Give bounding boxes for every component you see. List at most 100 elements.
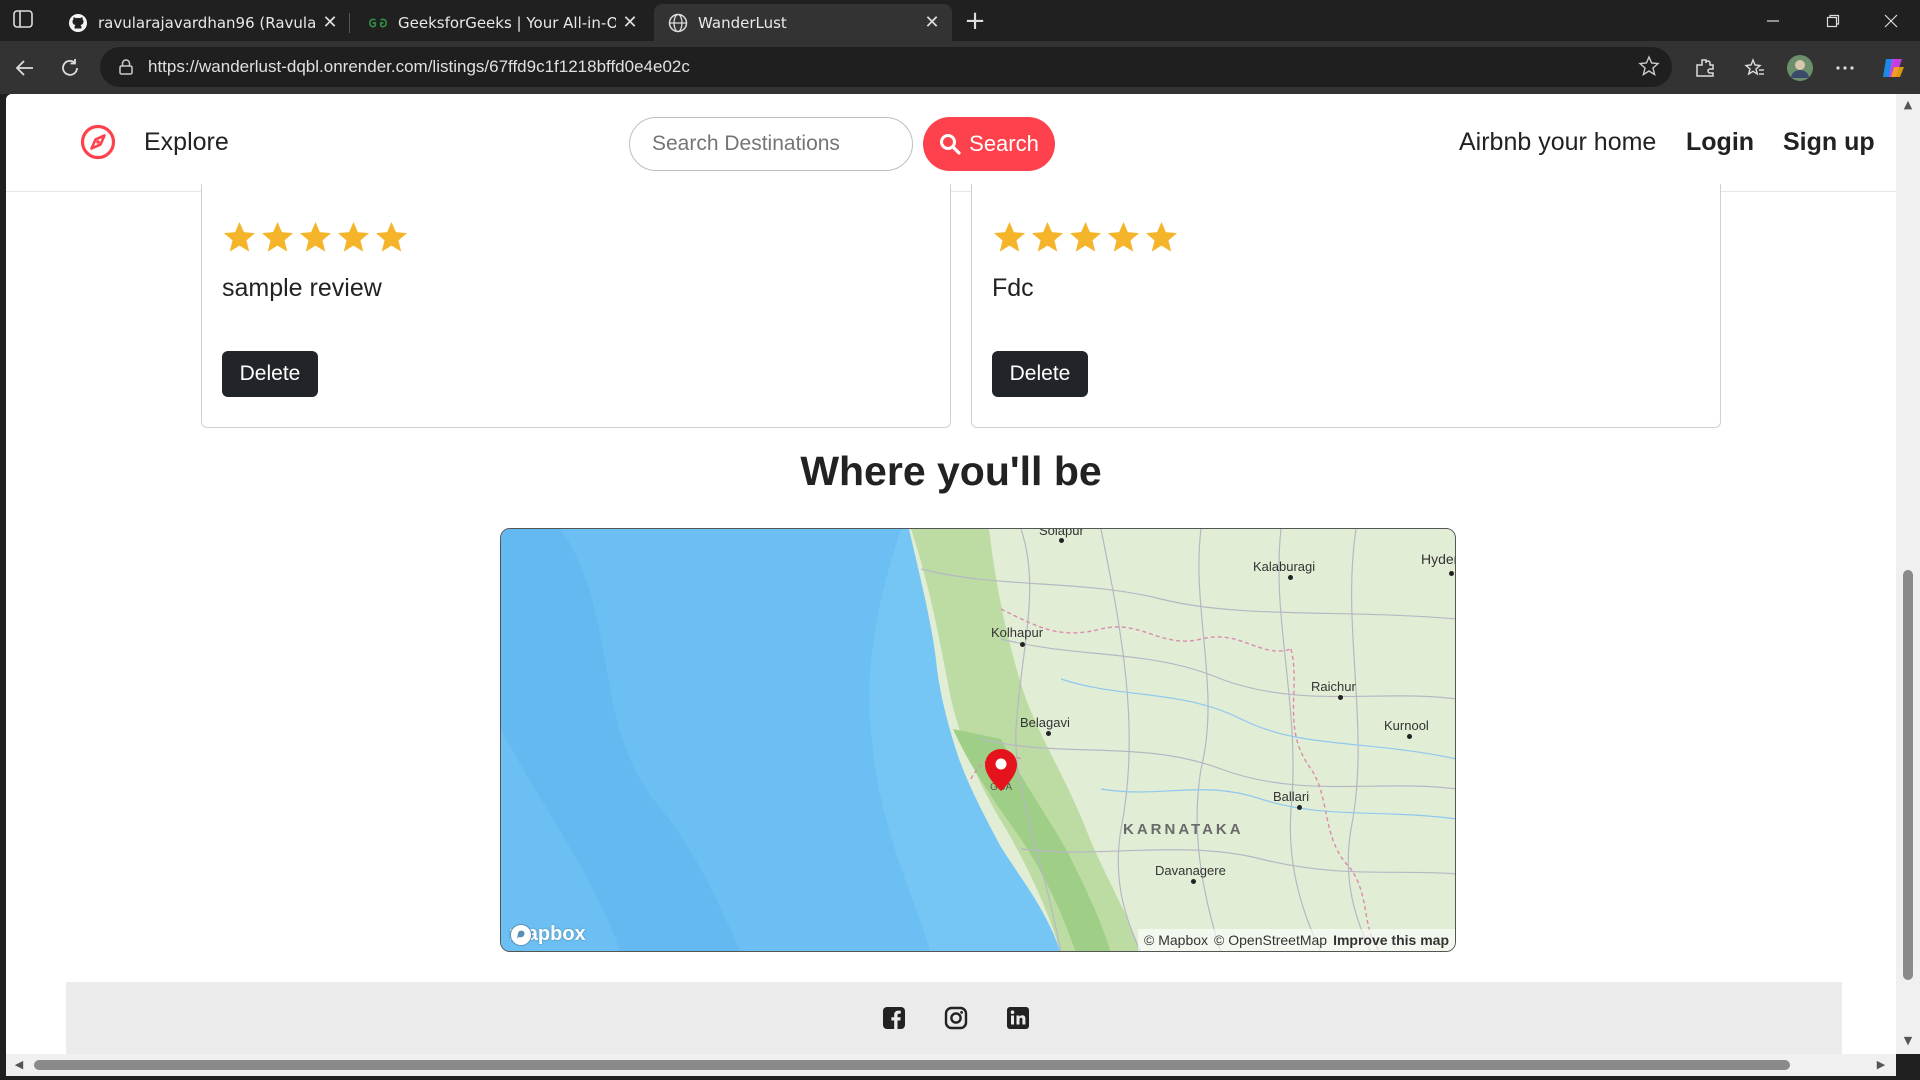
osm-attribution-link[interactable]: © OpenStreetMap	[1214, 932, 1327, 948]
mapbox-logo-icon	[510, 924, 532, 946]
star-icon	[299, 221, 332, 252]
close-tab-icon[interactable]: ✕	[616, 9, 644, 37]
favorite-star-icon[interactable]	[1638, 55, 1660, 81]
restore-button[interactable]	[1804, 0, 1862, 41]
explore-link[interactable]: Explore	[144, 128, 229, 157]
horizontal-scrollbar[interactable]: ◀ ▶	[6, 1054, 1896, 1076]
close-tab-icon[interactable]: ✕	[316, 9, 344, 37]
map-label-belagavi: Belagavi	[1020, 715, 1070, 730]
browser-tab-bar: ravularajavardhan96 (Ravula Rajavardhan)…	[0, 0, 1920, 41]
scroll-left-arrow-icon[interactable]: ◀	[12, 1058, 26, 1072]
vertical-scrollbar[interactable]: ▲ ▼	[1896, 94, 1920, 1054]
new-tab-button[interactable]: +	[960, 6, 990, 36]
site-navbar: Explore Search Airbnb your home Login Si…	[6, 94, 1896, 192]
delete-review-button[interactable]: Delete	[992, 351, 1088, 397]
city-dot	[1288, 575, 1293, 580]
improve-map-label: Improve this map	[1333, 932, 1449, 948]
star-icon	[1145, 221, 1178, 252]
map-label-raichur: Raichur	[1311, 679, 1356, 694]
review-card: Fdc Delete	[971, 184, 1721, 428]
location-marker-icon[interactable]	[983, 747, 1019, 793]
map-label-kurnool: Kurnool	[1384, 718, 1429, 733]
close-window-button[interactable]	[1862, 0, 1920, 41]
airbnb-your-home-link[interactable]: Airbnb your home	[1459, 128, 1656, 157]
horizontal-scroll-thumb[interactable]	[34, 1060, 1790, 1070]
improve-map-link[interactable]: Improve this map	[1333, 932, 1449, 948]
map-attribution: © Mapbox © OpenStreetMap Improve this ma…	[1138, 929, 1455, 951]
url-text: https://wanderlust-dqbl.onrender.com/lis…	[148, 57, 690, 76]
back-icon[interactable]	[10, 53, 40, 83]
review-card: sample review Delete	[201, 184, 951, 428]
browser-tab-geeksforgeeks[interactable]: GeeksforGeeks | Your All-in-One Learning…	[354, 4, 650, 41]
search-button[interactable]: Search	[923, 117, 1055, 171]
tab-title: WanderLust	[698, 13, 787, 32]
star-icon	[1069, 221, 1102, 252]
map-label-karnataka: KARNATAKA	[1123, 821, 1244, 838]
map-label-hyderabad: Hyder	[1421, 551, 1456, 567]
tab-title: GeeksforGeeks | Your All-in-One Learning…	[398, 13, 616, 32]
minimize-button[interactable]	[1744, 0, 1802, 41]
mapbox-logo[interactable]: mapbox	[509, 923, 586, 946]
map-label-kolhapur: Kolhapur	[991, 625, 1044, 640]
page-viewport: Explore Search Airbnb your home Login Si…	[6, 94, 1896, 1054]
mapbox-attribution-link[interactable]: © Mapbox	[1144, 932, 1208, 948]
address-bar[interactable]: https://wanderlust-dqbl.onrender.com/lis…	[100, 47, 1672, 87]
browser-toolbar: https://wanderlust-dqbl.onrender.com/lis…	[0, 41, 1920, 94]
star-rating	[222, 220, 409, 255]
tab-actions-icon[interactable]	[12, 9, 36, 31]
star-icon	[223, 221, 256, 252]
map-label-solapur: Solapur	[1039, 528, 1084, 538]
city-dot	[1046, 731, 1051, 736]
review-comment: Fdc	[992, 274, 1034, 302]
review-comment: sample review	[222, 274, 382, 302]
linkedin-icon[interactable]	[1006, 1006, 1030, 1030]
signup-link[interactable]: Sign up	[1783, 128, 1875, 157]
favorites-icon[interactable]	[1740, 53, 1770, 83]
scroll-right-arrow-icon[interactable]: ▶	[1874, 1058, 1888, 1072]
close-tab-icon[interactable]: ✕	[918, 9, 946, 37]
star-icon	[337, 221, 370, 252]
search-icon	[940, 134, 961, 155]
vertical-scroll-thumb[interactable]	[1903, 570, 1913, 980]
more-options-icon[interactable]	[1830, 53, 1860, 83]
browser-tab-github[interactable]: ravularajavardhan96 (Ravula Rajavardhan)…	[54, 4, 350, 41]
city-dot	[1297, 805, 1302, 810]
profile-avatar-icon[interactable]	[1785, 53, 1815, 83]
scroll-up-arrow-icon[interactable]: ▲	[1901, 98, 1915, 112]
city-dot	[1407, 734, 1412, 739]
search-destinations-input[interactable]	[629, 117, 913, 171]
city-dot	[1191, 879, 1196, 884]
globe-icon	[668, 13, 688, 33]
login-link[interactable]: Login	[1686, 128, 1754, 157]
star-rating	[992, 220, 1179, 255]
city-dot	[1020, 642, 1025, 647]
star-icon	[993, 221, 1026, 252]
star-icon	[1107, 221, 1140, 252]
instagram-icon[interactable]	[944, 1006, 968, 1030]
delete-review-button[interactable]: Delete	[222, 351, 318, 397]
tab-separator	[349, 13, 350, 33]
city-dot	[1449, 571, 1454, 576]
location-heading: Where you'll be	[800, 448, 1102, 494]
star-icon	[261, 221, 294, 252]
copilot-icon[interactable]	[1878, 53, 1908, 83]
github-icon	[68, 13, 88, 33]
reload-icon[interactable]	[55, 53, 85, 83]
compass-icon[interactable]	[80, 124, 116, 160]
site-footer	[66, 982, 1842, 1054]
map-label-ballari: Ballari	[1273, 789, 1310, 804]
site-info-icon[interactable]	[114, 55, 138, 79]
star-icon	[375, 221, 408, 252]
browser-tab-wanderlust[interactable]: WanderLust ✕	[654, 4, 952, 41]
location-map[interactable]: Solapur Kalaburagi Hyder Kolhapur Raichu…	[500, 528, 1456, 952]
city-dot	[1338, 695, 1343, 700]
extensions-icon[interactable]	[1690, 53, 1720, 83]
search-button-label: Search	[969, 131, 1039, 156]
scroll-down-arrow-icon[interactable]: ▼	[1901, 1034, 1915, 1048]
gfg-icon	[368, 13, 388, 33]
map-label-kalaburagi: Kalaburagi	[1253, 559, 1316, 574]
map-label-davanagere: Davanagere	[1155, 863, 1226, 878]
map-base-layer	[501, 529, 1455, 951]
city-dot	[1059, 538, 1064, 543]
facebook-icon[interactable]	[882, 1006, 906, 1030]
